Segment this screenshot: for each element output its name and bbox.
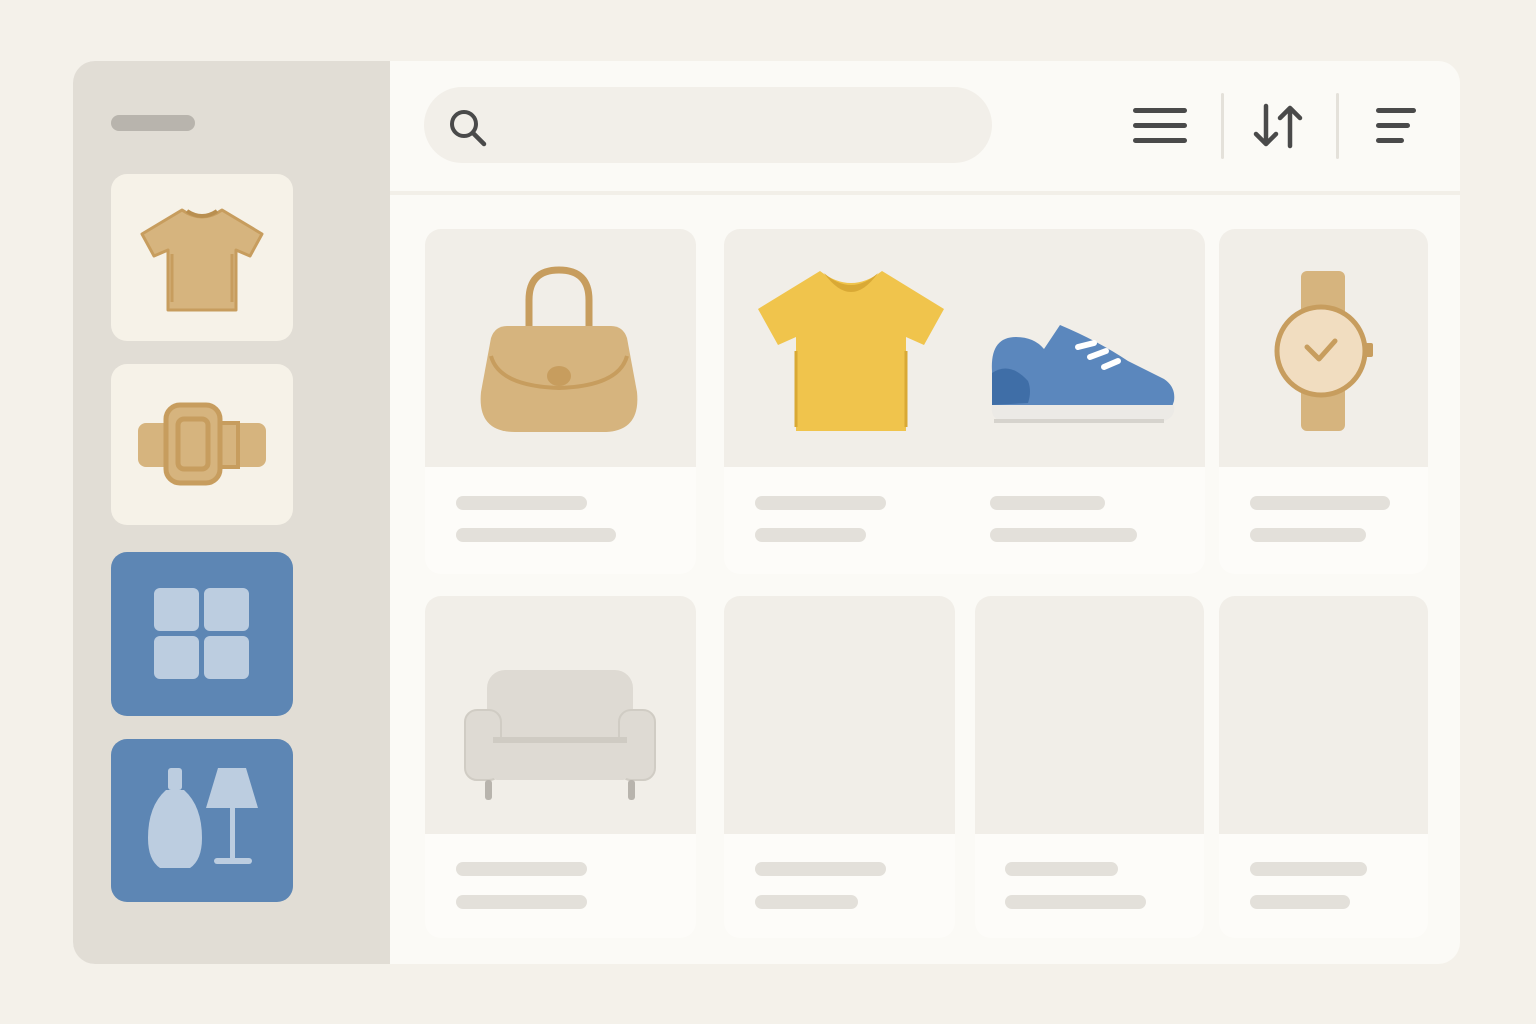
- product-card-empty[interactable]: [1219, 596, 1428, 938]
- filter-button[interactable]: [1361, 91, 1431, 161]
- belt-icon: [138, 402, 266, 485]
- product-image: [1219, 229, 1428, 467]
- product-image: [425, 229, 696, 467]
- product-card-handbag[interactable]: [425, 229, 696, 574]
- sidebar-handle[interactable]: [111, 115, 195, 131]
- menu-button[interactable]: [1125, 91, 1195, 161]
- product-card-watch[interactable]: [1219, 229, 1428, 574]
- title-placeholder: [755, 862, 886, 876]
- toolbar-divider: [1221, 93, 1224, 159]
- tshirt-icon: [758, 271, 944, 431]
- watch-icon: [1274, 271, 1373, 431]
- sidebar-item-grid[interactable]: [111, 552, 293, 716]
- sneaker-icon: [991, 325, 1175, 423]
- price-placeholder: [1250, 895, 1350, 909]
- title-placeholder: [990, 496, 1105, 510]
- price-placeholder: [755, 528, 866, 542]
- vase-lamp-icon: [148, 767, 258, 868]
- sort-icon: [1253, 103, 1303, 149]
- search-input[interactable]: [504, 105, 978, 147]
- search-bar[interactable]: [424, 87, 992, 163]
- price-placeholder: [1250, 528, 1366, 542]
- search-icon: [450, 110, 487, 147]
- menu-icon: [1133, 108, 1187, 143]
- price-placeholder: [456, 895, 587, 909]
- sidebar-item-belt[interactable]: [111, 364, 293, 525]
- title-placeholder: [456, 496, 587, 510]
- armchair-icon: [464, 670, 656, 800]
- product-image: [724, 596, 955, 834]
- title-placeholder: [1250, 862, 1367, 876]
- sidebar-item-home-decor[interactable]: [111, 739, 293, 902]
- product-card-armchair[interactable]: [425, 596, 696, 938]
- product-card-apparel[interactable]: [724, 229, 1205, 574]
- title-placeholder: [456, 862, 587, 876]
- product-image: [425, 596, 696, 834]
- product-image: [1219, 596, 1428, 834]
- title-placeholder: [1005, 862, 1118, 876]
- price-placeholder: [1005, 895, 1146, 909]
- tshirt-icon: [140, 208, 264, 311]
- handbag-icon: [480, 266, 638, 432]
- price-placeholder: [456, 528, 616, 542]
- grid-icon: [154, 588, 249, 679]
- sidebar-item-tshirt[interactable]: [111, 174, 293, 341]
- app-window: [73, 61, 1460, 964]
- price-placeholder: [755, 895, 858, 909]
- filter-icon: [1376, 108, 1416, 143]
- toolbar: [390, 61, 1460, 195]
- price-placeholder: [990, 528, 1137, 542]
- title-placeholder: [1250, 496, 1390, 510]
- sort-button[interactable]: [1243, 91, 1313, 161]
- category-sidebar: [73, 61, 390, 964]
- product-image: [975, 596, 1204, 834]
- product-image: [724, 229, 1205, 467]
- title-placeholder: [755, 496, 886, 510]
- product-card-empty[interactable]: [975, 596, 1204, 938]
- product-card-empty[interactable]: [724, 596, 955, 938]
- toolbar-divider: [1336, 93, 1339, 159]
- main-content: [390, 61, 1460, 964]
